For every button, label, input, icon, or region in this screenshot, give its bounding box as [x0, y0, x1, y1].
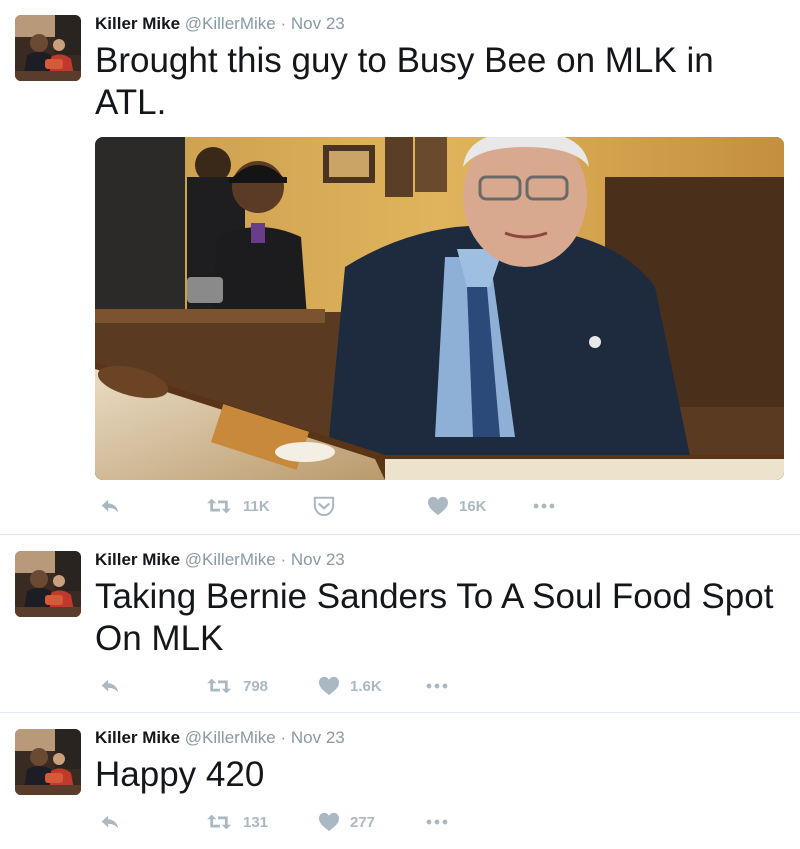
like-button[interactable]: 16K: [427, 492, 487, 520]
username[interactable]: @KillerMike: [185, 14, 276, 33]
more-button[interactable]: [425, 672, 449, 700]
like-button[interactable]: 1.6K: [318, 672, 382, 700]
tweet[interactable]: Killer Mike @KillerMike · Nov 23 Happy 4…: [0, 714, 800, 849]
reply-icon: [98, 495, 122, 517]
retweet-count: 131: [243, 813, 269, 831]
tweet-actions: 131 277: [95, 808, 785, 836]
reply-icon: [98, 811, 122, 833]
tweet-text: Happy 420: [95, 755, 265, 794]
retweet-button[interactable]: 798: [205, 672, 268, 700]
separator: ·: [280, 14, 287, 33]
reply-button[interactable]: [98, 808, 122, 836]
tweet-actions: 798 1.6K: [95, 672, 785, 700]
tweet-header: Killer Mike @KillerMike · Nov 23: [95, 728, 345, 748]
avatar[interactable]: [15, 729, 81, 795]
avatar[interactable]: [15, 15, 81, 81]
retweet-button[interactable]: 131: [205, 808, 268, 836]
like-count: 16K: [459, 497, 487, 515]
reply-icon: [98, 675, 122, 697]
pocket-button[interactable]: [313, 492, 335, 520]
avatar[interactable]: [15, 551, 81, 617]
display-name[interactable]: Killer Mike: [95, 728, 180, 747]
tweet-text: Taking Bernie Sanders To A Soul Food Spo…: [95, 577, 774, 658]
more-button[interactable]: [425, 808, 449, 836]
retweet-icon: [205, 675, 233, 697]
retweet-count: 798: [243, 677, 269, 695]
retweet-count: 11K: [243, 497, 270, 515]
photo-illustration: [95, 137, 784, 480]
tweet[interactable]: Killer Mike @KillerMike · Nov 23 Brought…: [0, 0, 800, 535]
username[interactable]: @KillerMike: [185, 550, 276, 569]
tweet[interactable]: Killer Mike @KillerMike · Nov 23 Taking …: [0, 536, 800, 713]
more-dots-icon: [532, 502, 556, 510]
retweet-icon: [205, 811, 233, 833]
more-button[interactable]: [532, 492, 556, 520]
retweet-icon: [205, 495, 233, 517]
timestamp[interactable]: Nov 23: [291, 728, 345, 747]
like-count: 1.6K: [350, 677, 382, 695]
tweet-header: Killer Mike @KillerMike · Nov 23: [95, 14, 345, 34]
retweet-button[interactable]: 11K: [205, 492, 270, 520]
heart-icon: [318, 676, 340, 696]
heart-icon: [318, 812, 340, 832]
tweet-header: Killer Mike @KillerMike · Nov 23: [95, 550, 345, 570]
timestamp[interactable]: Nov 23: [291, 14, 345, 33]
tweet-photo[interactable]: [95, 137, 784, 480]
like-count: 277: [350, 813, 376, 831]
reply-button[interactable]: [98, 672, 122, 700]
separator: ·: [280, 550, 287, 569]
pocket-icon: [313, 495, 335, 517]
heart-icon: [427, 496, 449, 516]
display-name[interactable]: Killer Mike: [95, 14, 180, 33]
reply-button[interactable]: [98, 492, 122, 520]
tweet-text: Brought this guy to Busy Bee on MLK in A…: [95, 41, 714, 122]
like-button[interactable]: 277: [318, 808, 375, 836]
separator: ·: [280, 728, 287, 747]
timestamp[interactable]: Nov 23: [291, 550, 345, 569]
tweet-actions: 11K 16K: [95, 492, 785, 520]
display-name[interactable]: Killer Mike: [95, 550, 180, 569]
username[interactable]: @KillerMike: [185, 728, 276, 747]
more-dots-icon: [425, 818, 449, 826]
more-dots-icon: [425, 682, 449, 690]
